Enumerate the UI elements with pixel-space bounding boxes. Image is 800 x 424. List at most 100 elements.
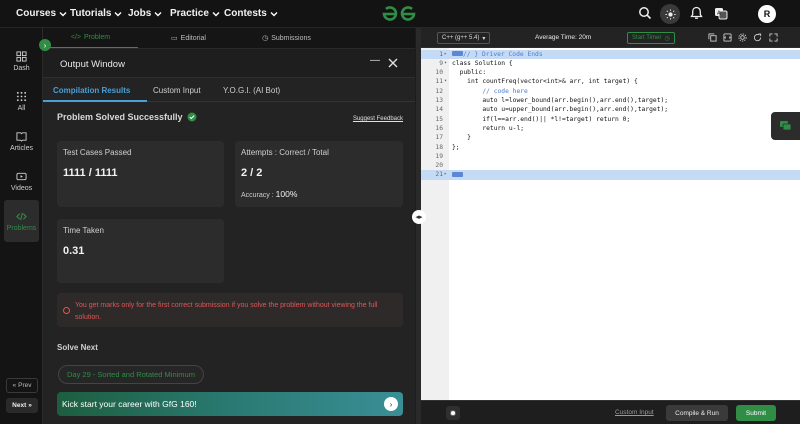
compile-run-button[interactable]: Compile & Run: [666, 405, 728, 421]
code-line[interactable]: 12 // code here: [421, 87, 800, 96]
expand-sidebar-icon[interactable]: ›: [39, 39, 51, 51]
language-select[interactable]: C++ (g++ 5.4) ▾: [437, 32, 491, 44]
code-template-icon[interactable]: [723, 33, 732, 42]
active-tab-indicator: [43, 100, 147, 102]
code-line[interactable]: 17 }: [421, 133, 800, 142]
code-text: int countFreq(vector<int>& arr, int targ…: [452, 77, 638, 86]
chevron-right-icon[interactable]: ›: [384, 397, 398, 411]
gear-icon[interactable]: [738, 33, 747, 42]
next-button[interactable]: Next»: [6, 398, 38, 413]
gfg160-banner[interactable]: Kick start your career with GfG 160! ›: [57, 392, 403, 416]
code-icon: [16, 212, 27, 220]
gfg-logo[interactable]: [380, 4, 418, 24]
theme-toggle-icon[interactable]: [660, 4, 680, 24]
code-text-content: return u-l;: [452, 124, 525, 132]
fold-closed-icon[interactable]: ▸: [444, 170, 447, 179]
minimize-icon[interactable]: —: [370, 55, 380, 66]
code-line[interactable]: 1 ▸ // } Driver Code Ends: [421, 49, 800, 59]
next-problem-chip[interactable]: Day 29 - Sorted and Rotated Minimum: [58, 365, 204, 384]
nav-jobs[interactable]: Jobs: [128, 8, 162, 19]
tab-problem[interactable]: </> Problem: [43, 28, 138, 48]
tab-label: Editorial: [180, 34, 206, 42]
search-icon[interactable]: [638, 6, 654, 22]
fullscreen-icon[interactable]: [769, 33, 778, 42]
custom-input-link[interactable]: Custom Input: [615, 409, 654, 416]
chevron-down-icon: [270, 11, 278, 16]
accuracy-row: Accuracy : 100%: [241, 189, 297, 199]
fold-open-icon[interactable]: ▾: [444, 77, 447, 86]
test-cases-card: Test Cases Passed 1111 / 1111: [57, 141, 224, 207]
sidebar-item-problems[interactable]: Problems: [4, 200, 39, 242]
code-line[interactable]: 9 ▾ class Solution {: [421, 59, 800, 68]
reset-icon[interactable]: [753, 33, 762, 42]
banner-text: Kick start your career with GfG 160!: [62, 399, 197, 409]
status-message: Problem Solved Successfully: [57, 112, 197, 122]
submit-button[interactable]: Submit: [736, 405, 776, 421]
code-text-content: };: [452, 143, 460, 151]
avatar[interactable]: R: [758, 5, 776, 23]
check-circle-icon: [187, 112, 197, 122]
nav-practice[interactable]: Practice: [170, 8, 220, 19]
code-text-content: // code here: [452, 87, 528, 95]
line-number: 15: [435, 115, 443, 123]
output-window: Output Window — Compilation Results Cust…: [43, 50, 415, 424]
chevron-right-icon: »: [28, 402, 32, 409]
line-number: 19: [435, 152, 443, 160]
nav-tutorials[interactable]: Tutorials: [70, 8, 122, 19]
tab-submissions[interactable]: ◷ Submissions: [239, 28, 334, 48]
attempts-label: Attempts : Correct / Total: [241, 148, 329, 157]
sidebar-item-videos[interactable]: Videos: [4, 162, 39, 200]
lightbulb-icon[interactable]: ✹: [446, 406, 460, 420]
code-text: auto u=upper_bound(arr.begin(),arr.end()…: [452, 105, 668, 114]
code-line[interactable]: 13 auto l=lower_bound(arr.begin(),arr.en…: [421, 96, 800, 105]
line-number: 16: [435, 124, 443, 132]
left-sidebar: Dash All Articles Videos Problems «Prev …: [0, 28, 43, 424]
suggest-feedback-link[interactable]: Suggest Feedback: [353, 116, 403, 122]
fold-open-icon[interactable]: ▾: [444, 59, 447, 68]
code-line[interactable]: 14 auto u=upper_bound(arr.begin(),arr.en…: [421, 105, 800, 114]
line-number: 1: [439, 50, 443, 58]
attempts-value: 2 / 2: [241, 167, 263, 179]
nav-practice-label: Practice: [170, 8, 209, 19]
document-icon: ▭: [171, 35, 178, 42]
tab-compilation-results[interactable]: Compilation Results: [53, 86, 130, 95]
folded-code-icon[interactable]: [452, 51, 463, 56]
top-navbar: Courses Tutorials Jobs Practice Contests…: [0, 0, 800, 28]
translate-icon[interactable]: A: [714, 6, 730, 22]
tab-editorial[interactable]: ▭ Editorial: [141, 28, 236, 48]
copy-icon[interactable]: [708, 33, 717, 42]
test-cases-label: Test Cases Passed: [63, 148, 132, 157]
time-taken-label: Time Taken: [63, 226, 104, 235]
sidebar-item-dash[interactable]: Dash: [4, 42, 39, 80]
chevron-down-icon: [59, 11, 67, 16]
dashboard-icon: [16, 50, 27, 62]
chat-icon[interactable]: [771, 112, 800, 140]
code-line[interactable]: 19: [421, 152, 800, 161]
resize-handle-icon[interactable]: ◂▸: [412, 210, 426, 224]
code-line[interactable]: 21 ▸: [421, 170, 800, 180]
code-line[interactable]: 15 if(l==arr.end()|| *l!=target) return …: [421, 115, 800, 124]
fold-closed-icon[interactable]: ▸: [444, 50, 447, 59]
folded-code-icon[interactable]: [452, 171, 463, 177]
code-icon: </>: [70, 34, 82, 41]
code-line[interactable]: 18};: [421, 143, 800, 152]
chevron-down-icon: [212, 11, 220, 16]
bell-icon[interactable]: [690, 6, 706, 22]
start-timer-button[interactable]: Start Timer ◷: [627, 32, 675, 44]
code-text-content: auto l=lower_bound(arr.begin(),arr.end()…: [452, 97, 669, 104]
prev-button[interactable]: «Prev: [6, 378, 38, 393]
code-editor[interactable]: 1 ▸// } Driver Code Ends 9 ▾ class Solution …: [421, 48, 800, 400]
code-line[interactable]: 16 return u-l;: [421, 124, 800, 133]
sidebar-item-articles[interactable]: Articles: [4, 122, 39, 160]
book-icon: [16, 131, 27, 142]
nav-contests[interactable]: Contests: [224, 8, 278, 19]
code-line[interactable]: 20: [421, 161, 800, 170]
nav-courses[interactable]: Courses: [16, 8, 67, 19]
code-line[interactable]: 11 ▾ int countFreq(vector<int>& arr, int …: [421, 77, 800, 86]
sidebar-item-all[interactable]: All: [4, 82, 39, 120]
line-number: 14: [435, 106, 443, 114]
tab-custom-input[interactable]: Custom Input: [153, 86, 201, 95]
code-line[interactable]: 10 public:: [421, 68, 800, 77]
tab-yogi-ai-bot[interactable]: Y.O.G.I. (AI Bot): [223, 86, 280, 95]
close-icon[interactable]: [388, 58, 398, 68]
